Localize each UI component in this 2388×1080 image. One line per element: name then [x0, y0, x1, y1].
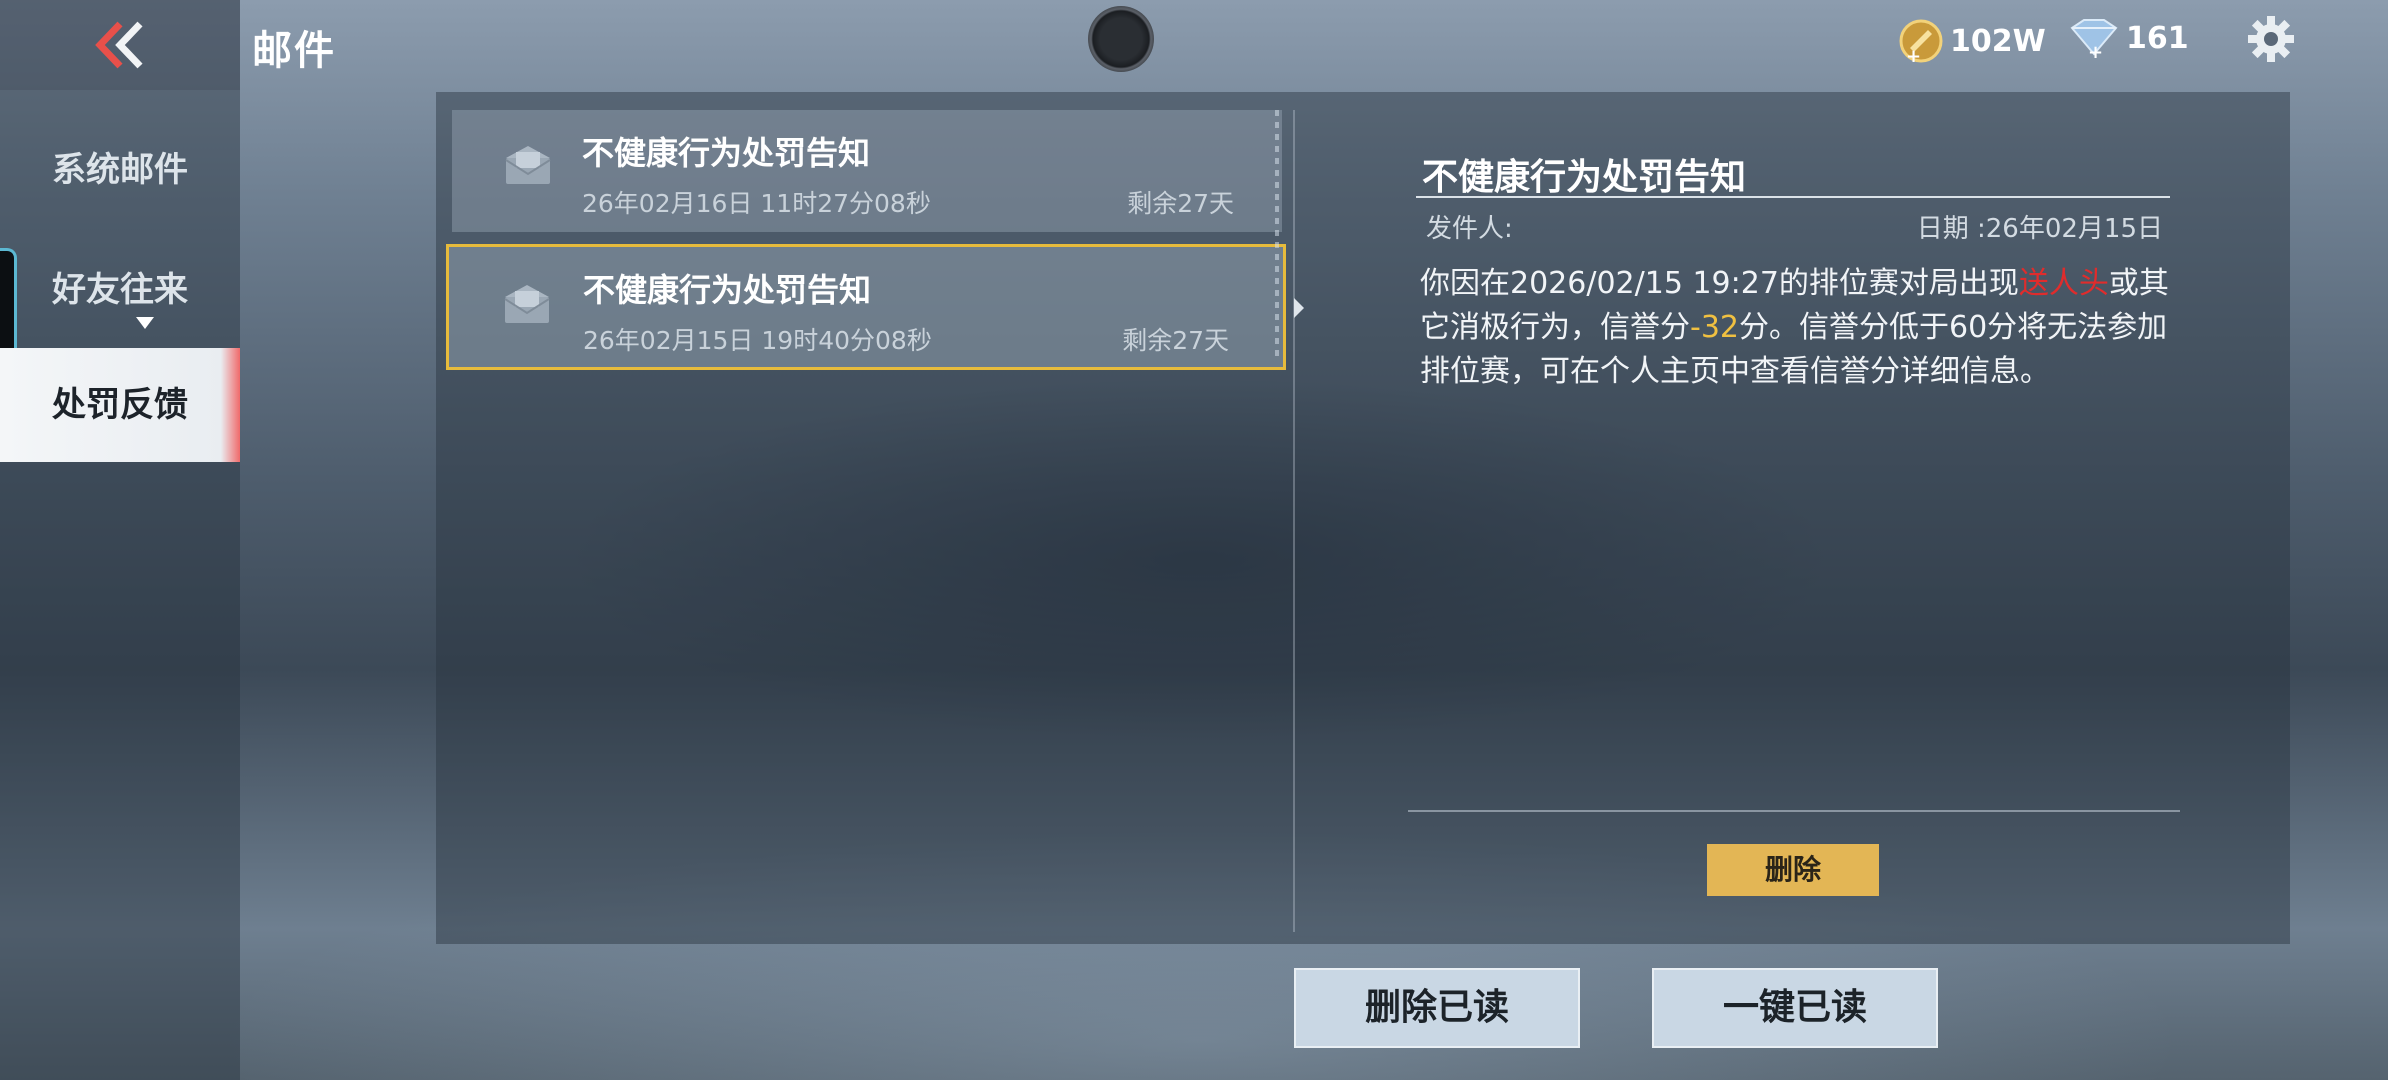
mail-list-item[interactable]: 不健康行为处罚告知 26年02月16日 11时27分08秒 剩余27天 [452, 110, 1282, 232]
mail-date: 26年02月15日 19时40分08秒 [583, 326, 932, 355]
detail-date: 日期 :26年02月15日 [1916, 214, 2163, 244]
top-bar: 邮件 + 102W + 161 [0, 0, 2388, 90]
highlighted-offense: 送人头 [2018, 266, 2109, 301]
sidebar-item-system-mail[interactable]: 系统邮件 [0, 142, 240, 191]
mail-title: 不健康行为处罚告知 [583, 271, 872, 309]
detail-sender: 发件人: [1426, 214, 1513, 244]
svg-text:+: + [1906, 46, 1921, 64]
mail-remaining: 剩余27天 [1127, 189, 1234, 218]
page-title: 邮件 [252, 28, 336, 74]
sidebar-item-penalty-feedback[interactable]: 处罚反馈 [0, 348, 240, 462]
back-arrow-icon [95, 21, 143, 69]
gold-amount: 102W [1950, 23, 2046, 59]
diamond-amount: 161 [2126, 20, 2189, 56]
diamond-currency[interactable]: + 161 [2068, 18, 2189, 58]
sidebar-item-friend-mail[interactable]: 好友往来 [0, 262, 240, 311]
delete-button[interactable]: 删除 [1707, 844, 1879, 896]
panel-divider [1293, 110, 1295, 932]
detail-footer-divider [1408, 810, 2180, 812]
delete-read-button[interactable]: 删除已读 [1294, 968, 1580, 1048]
detail-body: 你因在2026/02/15 19:27的排位赛对局出现送人头或其它消极行为，信誉… [1420, 262, 2180, 394]
detail-title: 不健康行为处罚告知 [1422, 157, 1747, 198]
back-button[interactable] [0, 0, 240, 90]
mail-list-item-selected[interactable]: 不健康行为处罚告知 26年02月15日 19时40分08秒 剩余27天 [446, 244, 1286, 370]
settings-gear-icon[interactable] [2246, 14, 2296, 64]
mail-date: 26年02月16日 11时27分08秒 [582, 189, 931, 218]
mail-remaining: 剩余27天 [1122, 326, 1229, 355]
svg-text:+: + [2088, 42, 2103, 58]
envelope-icon [504, 285, 550, 323]
list-scrollbar[interactable] [1275, 110, 1279, 362]
mail-title: 不健康行为处罚告知 [582, 134, 871, 172]
envelope-icon [505, 146, 551, 184]
body-text-part: 你因在2026/02/15 19:27的排位赛对局出现 [1420, 266, 2019, 301]
sidebar: 系统邮件 好友往来 处罚反馈 [0, 90, 240, 1080]
detail-divider [1416, 196, 2170, 198]
diamond-icon: + [2070, 19, 2118, 58]
mark-all-read-button[interactable]: 一键已读 [1652, 968, 1938, 1048]
score-deduction: -32 [1690, 310, 1739, 345]
dropdown-triangle-icon[interactable] [136, 316, 154, 335]
selected-pointer-icon [1294, 298, 1304, 318]
gold-currency[interactable]: + 102W [1898, 18, 2046, 64]
camera-cutout [1088, 6, 1154, 72]
gold-coin-icon: + [1899, 19, 1943, 64]
